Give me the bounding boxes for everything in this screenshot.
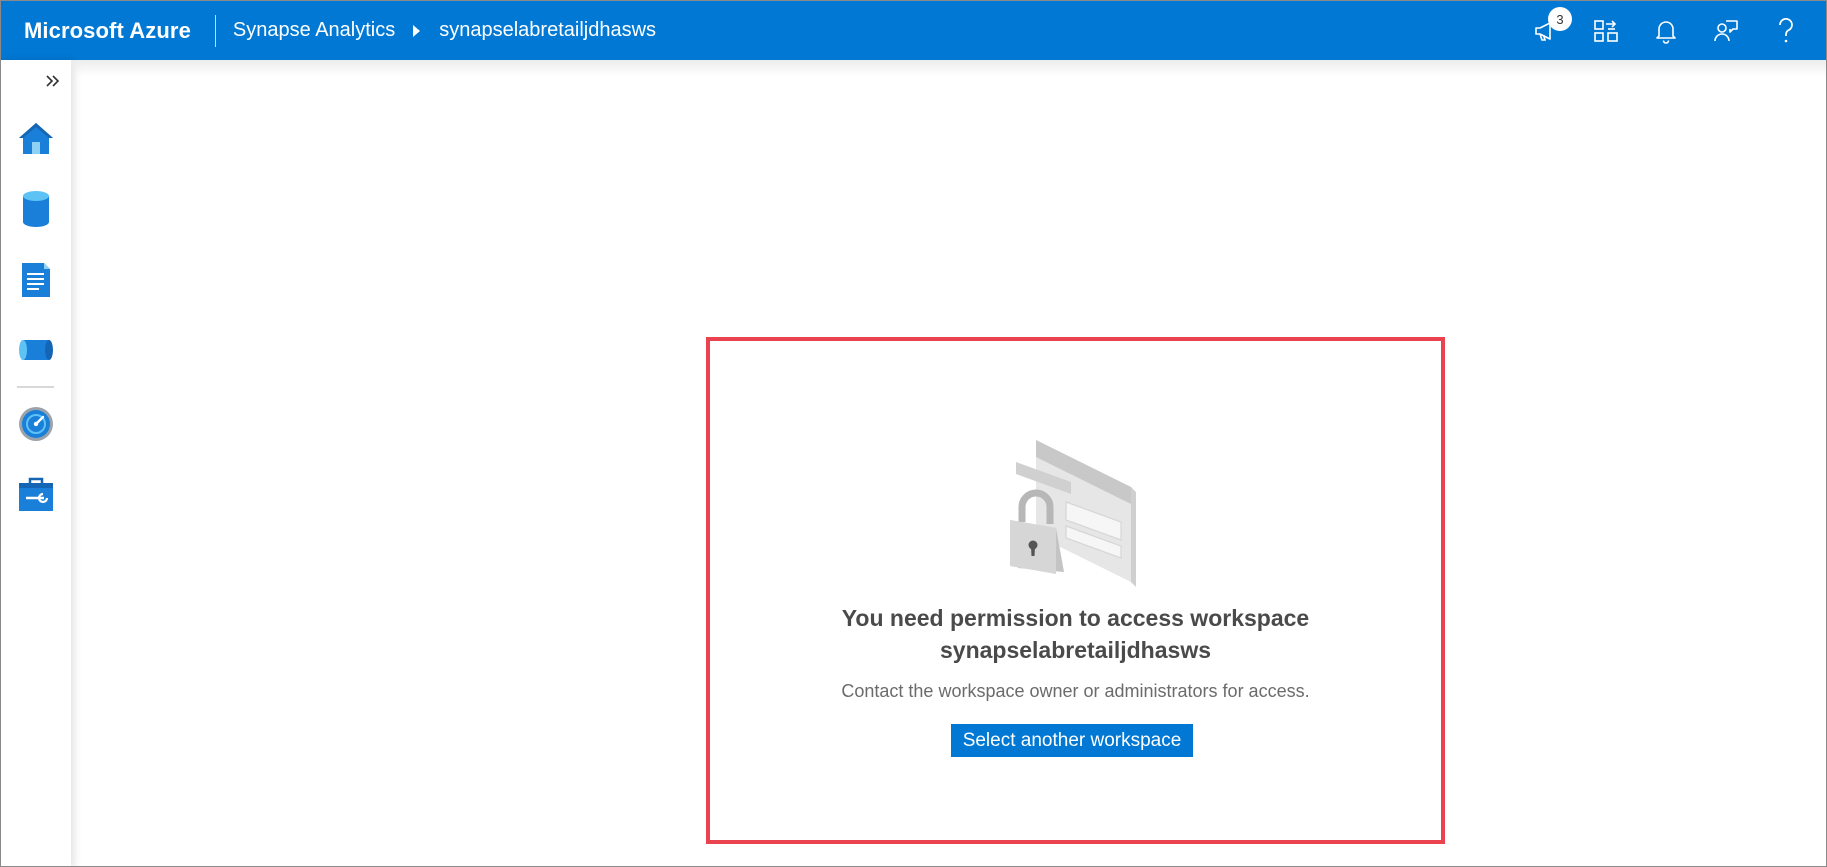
nav-home[interactable] — [13, 115, 59, 161]
notification-count-badge: 3 — [1548, 7, 1572, 31]
feedback-icon — [1714, 19, 1738, 41]
highlight-box — [706, 337, 1445, 844]
breadcrumb-chevron-icon — [413, 24, 421, 37]
app-window: Microsoft Azure Synapse Analytics synaps… — [0, 0, 1827, 867]
monitor-icon — [19, 407, 53, 441]
nav-data[interactable] — [13, 186, 59, 232]
top-bar: Microsoft Azure Synapse Analytics synaps… — [1, 1, 1826, 60]
expand-nav-button[interactable] — [41, 70, 65, 92]
help-button[interactable] — [1756, 1, 1816, 60]
nav-monitor[interactable] — [13, 401, 59, 447]
switch-directory-button[interactable] — [1576, 1, 1636, 60]
nav-manage[interactable] — [13, 472, 59, 518]
nav-integrate[interactable] — [13, 327, 59, 373]
left-nav — [1, 60, 71, 866]
data-icon — [23, 191, 49, 227]
header-divider — [214, 14, 216, 47]
breadcrumb-workspace[interactable]: synapselabretailjdhasws — [439, 19, 656, 42]
announcement-button[interactable]: 3 — [1516, 1, 1576, 60]
breadcrumb-synapse[interactable]: Synapse Analytics — [233, 19, 395, 42]
integrate-icon — [19, 340, 53, 360]
nav-separator — [17, 386, 54, 388]
notifications-button[interactable] — [1636, 1, 1696, 60]
home-icon — [19, 123, 53, 154]
header-actions: 3 — [1516, 1, 1816, 60]
manage-icon — [19, 477, 53, 511]
double-chevron-right-icon — [46, 75, 60, 87]
develop-icon — [22, 263, 50, 297]
nav-develop[interactable] — [13, 257, 59, 303]
brand-title[interactable]: Microsoft Azure — [24, 18, 191, 44]
switch-directory-icon — [1594, 19, 1618, 42]
notifications-bell-icon — [1656, 20, 1676, 44]
help-icon — [1779, 17, 1793, 42]
feedback-button[interactable] — [1696, 1, 1756, 60]
header-shadow — [71, 60, 1826, 76]
